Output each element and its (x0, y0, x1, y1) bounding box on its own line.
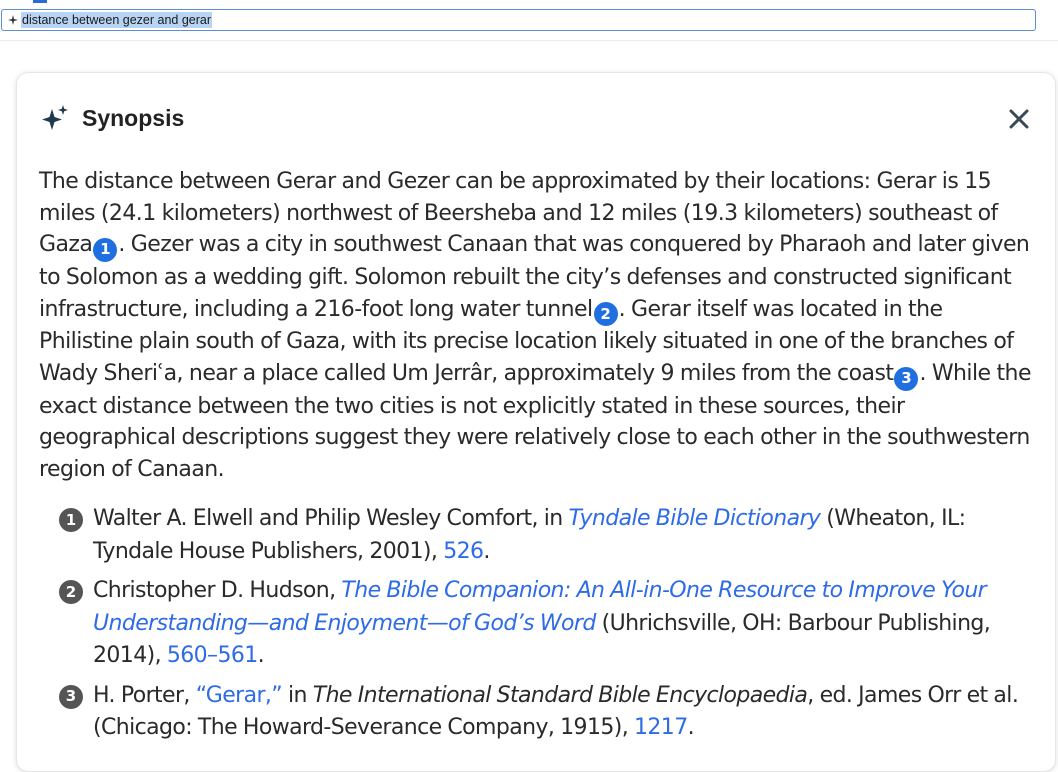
citation-badge-2[interactable]: 2 (593, 302, 618, 327)
reference-page-link[interactable]: 560–561 (167, 643, 258, 668)
reference-title: The International Standard Bible Encyclo… (312, 682, 808, 708)
card-title: Synopsis (82, 104, 185, 131)
reference-text: Walter A. Elwell and Philip Wesley Comfo… (93, 503, 1019, 568)
search-input[interactable]: distance between gezer and gerar (1, 9, 1036, 31)
reference-item-1: 1 Walter A. Elwell and Philip Wesley Com… (59, 503, 1019, 568)
reference-item-3: 3 H. Porter, “Gerar,” in The Internation… (59, 680, 1019, 745)
search-query-text[interactable]: distance between gezer and gerar (21, 12, 213, 28)
reference-text: Christopher D. Hudson, The Bible Compani… (93, 575, 1019, 673)
reference-article-link[interactable]: “Gerar,” (196, 683, 283, 708)
reference-author: Walter A. Elwell and Philip Wesley Comfo… (93, 506, 569, 531)
header-divider (0, 40, 1058, 41)
reference-number: 3 (59, 684, 83, 709)
reference-author: H. Porter, (93, 682, 196, 708)
reference-number: 2 (59, 580, 83, 604)
reference-connector: in (282, 682, 313, 708)
reference-item-2: 2 Christopher D. Hudson, The Bible Compa… (59, 575, 1019, 673)
close-button[interactable] (1006, 106, 1032, 132)
reference-title-link[interactable]: Tyndale Bible Dictionary (569, 506, 821, 531)
reference-page-link[interactable]: 526 (443, 539, 484, 564)
active-tab-indicator (33, 0, 47, 3)
synopsis-text: The distance between Gerar and Gezer can… (39, 166, 1034, 486)
reference-author: Christopher D. Hudson, (93, 578, 342, 603)
reference-end: . (687, 715, 695, 740)
citation-badge-3[interactable]: 3 (894, 366, 919, 391)
reference-page-link[interactable]: 1217 (634, 715, 688, 740)
reference-list: 1 Walter A. Elwell and Philip Wesley Com… (59, 503, 1019, 752)
reference-number: 1 (59, 508, 83, 532)
reference-end: . (483, 538, 490, 564)
close-icon[interactable] (1008, 108, 1030, 130)
reference-end: . (257, 643, 265, 668)
reference-text: H. Porter, “Gerar,” in The International… (93, 680, 1019, 745)
synopsis-card: Synopsis The distance between Gerar and … (16, 72, 1056, 772)
sparkle-icon (8, 15, 18, 25)
sparkle-icon (40, 103, 70, 133)
card-header: Synopsis (40, 103, 184, 133)
citation-badge-1[interactable]: 1 (93, 237, 118, 262)
